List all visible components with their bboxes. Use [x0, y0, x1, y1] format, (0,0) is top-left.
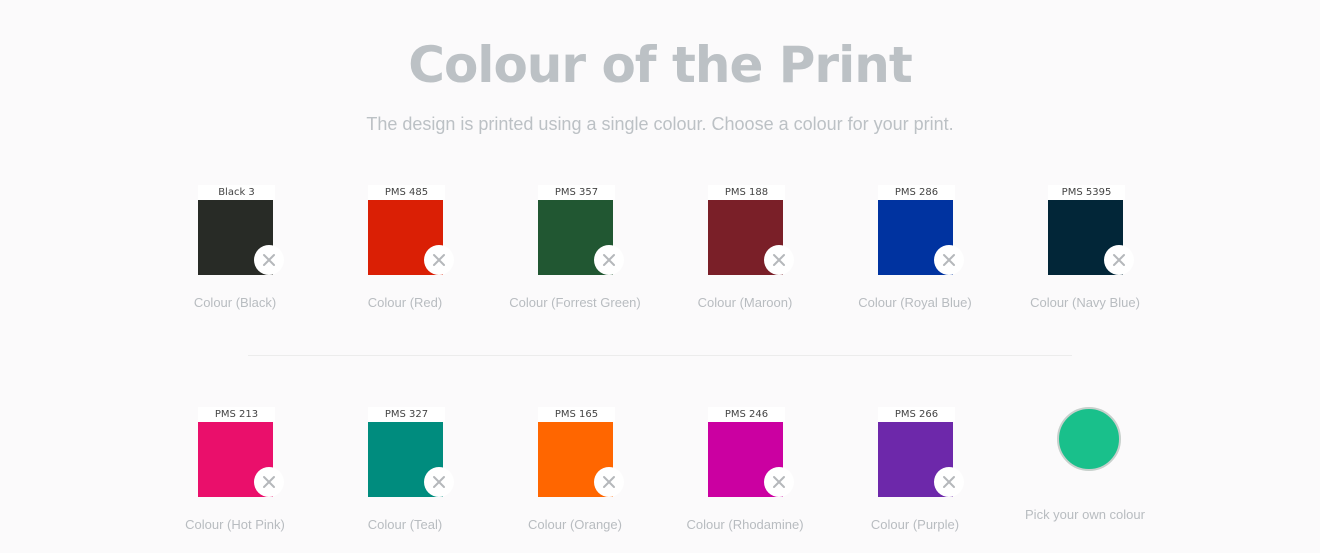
swatch-code: PMS 485: [368, 185, 445, 200]
swatch-option[interactable]: PMS 327 Colour (Teal): [320, 407, 490, 547]
remove-colour-button[interactable]: [594, 467, 624, 497]
close-icon: [943, 476, 955, 488]
swatch-label: Colour (Teal): [367, 517, 443, 532]
swatch-code: PMS 286: [878, 185, 955, 200]
swatch-code: PMS 5395: [1048, 185, 1125, 200]
remove-colour-button[interactable]: [934, 245, 964, 275]
close-icon: [433, 476, 445, 488]
swatch-code: PMS 188: [708, 185, 785, 200]
swatch-label: Colour (Navy Blue): [1030, 295, 1140, 310]
swatch-option[interactable]: PMS 213 Colour (Hot Pink): [150, 407, 320, 547]
swatch-label: Colour (Black): [193, 295, 277, 310]
swatch-option[interactable]: PMS 266 Colour (Purple): [830, 407, 1000, 547]
swatch-label: Colour (Orange): [528, 517, 622, 532]
close-icon: [773, 254, 785, 266]
swatch-label: Colour (Royal Blue): [858, 295, 972, 310]
close-icon: [1113, 254, 1125, 266]
close-icon: [773, 476, 785, 488]
swatch-option[interactable]: PMS 357 Colour (Forrest Green): [490, 185, 660, 325]
swatch-label: Colour (Hot Pink): [185, 517, 285, 532]
swatch-label: Colour (Rhodamine): [686, 517, 804, 532]
swatch-code: PMS 266: [878, 407, 955, 422]
remove-colour-button[interactable]: [764, 467, 794, 497]
page-title: Colour of the Print: [408, 36, 912, 94]
swatch-label: Colour (Maroon): [697, 295, 793, 310]
close-icon: [433, 254, 445, 266]
swatch-label: Colour (Purple): [870, 517, 960, 532]
swatch-option[interactable]: Black 3 Colour (Black): [150, 185, 320, 325]
swatch-code: Black 3: [198, 185, 275, 200]
remove-colour-button[interactable]: [594, 245, 624, 275]
remove-colour-button[interactable]: [254, 245, 284, 275]
remove-colour-button[interactable]: [254, 467, 284, 497]
divider: [248, 355, 1072, 356]
close-icon: [263, 476, 275, 488]
swatch-code: PMS 327: [368, 407, 445, 422]
swatch-option[interactable]: PMS 188 Colour (Maroon): [660, 185, 830, 325]
close-icon: [943, 254, 955, 266]
swatch-label: Colour (Forrest Green): [509, 295, 641, 310]
swatch-code: PMS 213: [198, 407, 275, 422]
swatch-code: PMS 357: [538, 185, 615, 200]
remove-colour-button[interactable]: [764, 245, 794, 275]
swatch-label: Colour (Red): [367, 295, 443, 310]
remove-colour-button[interactable]: [424, 467, 454, 497]
swatch-row-1: Black 3 Colour (Black) PMS 485 Colour (Red)…: [0, 185, 1320, 335]
swatch-option[interactable]: PMS 485 Colour (Red): [320, 185, 490, 325]
swatch-option[interactable]: PMS 5395 Colour (Navy Blue): [1000, 185, 1170, 325]
swatch-code: PMS 246: [708, 407, 785, 422]
custom-colour-label: Pick your own colour: [1025, 507, 1145, 522]
custom-colour-circle[interactable]: [1057, 407, 1121, 471]
swatch-option[interactable]: PMS 165 Colour (Orange): [490, 407, 660, 547]
swatch-code: PMS 165: [538, 407, 615, 422]
page-subtitle: The design is printed using a single col…: [366, 114, 954, 134]
remove-colour-button[interactable]: [934, 467, 964, 497]
pick-own-colour-option[interactable]: Pick your own colour: [1000, 407, 1170, 527]
remove-colour-button[interactable]: [1104, 245, 1134, 275]
swatch-option[interactable]: PMS 286 Colour (Royal Blue): [830, 185, 1000, 325]
swatch-option[interactable]: PMS 246 Colour (Rhodamine): [660, 407, 830, 547]
close-icon: [263, 254, 275, 266]
remove-colour-button[interactable]: [424, 245, 454, 275]
close-icon: [603, 254, 615, 266]
close-icon: [603, 476, 615, 488]
